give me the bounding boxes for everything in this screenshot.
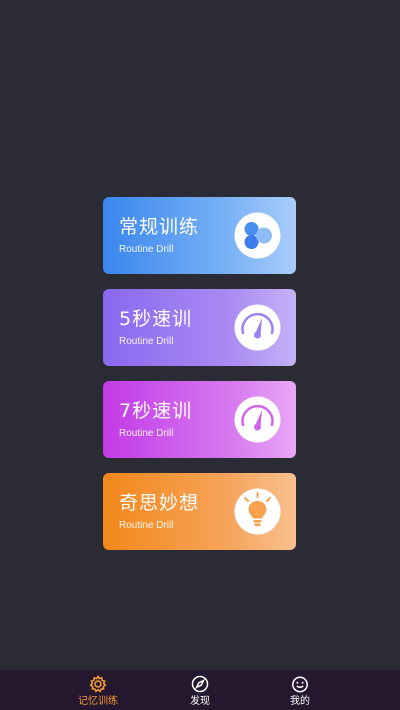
card-subtitle: Routine Drill: [119, 428, 174, 439]
tab-label: 我的: [290, 696, 310, 707]
tab-label: 发现: [190, 696, 210, 707]
tab-profile[interactable]: 我的: [260, 670, 340, 710]
brainstorm-card[interactable]: 奇思妙想 Routine Drill: [103, 473, 296, 550]
compass-icon: [191, 675, 209, 693]
gear-icon: [89, 675, 107, 693]
card-subtitle: Routine Drill: [119, 336, 174, 347]
card-subtitle: Routine Drill: [119, 244, 174, 255]
card-subtitle: Routine Drill: [119, 520, 174, 531]
card-title: 7秒速训: [119, 400, 193, 422]
face-icon: [291, 675, 309, 693]
lightbulb-icon: [234, 488, 281, 535]
training-card-list: 常规训练 Routine Drill 5秒速训 Routine Drill 7秒…: [103, 197, 296, 565]
speedometer-icon: [234, 396, 281, 443]
app-screen: 常规训练 Routine Drill 5秒速训 Routine Drill 7秒…: [0, 0, 400, 710]
card-title: 奇思妙想: [119, 492, 200, 514]
tab-label: 记忆训练: [78, 696, 118, 707]
bottom-tab-bar: 记忆训练 发现 我的: [0, 670, 400, 710]
five-second-drill-card[interactable]: 5秒速训 Routine Drill: [103, 289, 296, 366]
routine-drill-card[interactable]: 常规训练 Routine Drill: [103, 197, 296, 274]
seven-second-drill-card[interactable]: 7秒速训 Routine Drill: [103, 381, 296, 458]
card-title: 5秒速训: [119, 308, 193, 330]
card-title: 常规训练: [119, 216, 200, 238]
tab-memory-training[interactable]: 记忆训练: [58, 670, 138, 710]
circles-icon: [234, 212, 281, 259]
tab-discover[interactable]: 发现: [160, 670, 240, 710]
speedometer-icon: [234, 304, 281, 351]
